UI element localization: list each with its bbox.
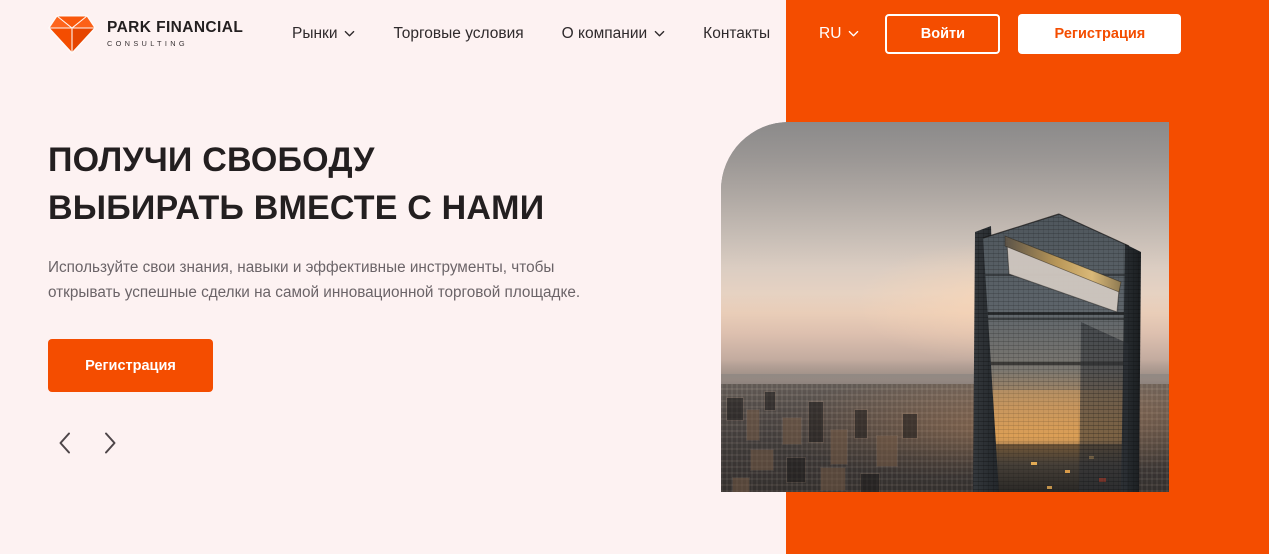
chevron-down-icon	[344, 28, 355, 39]
nav-item-label: Торговые условия	[393, 25, 524, 42]
chevron-left-icon	[58, 432, 72, 457]
register-button-header[interactable]: Регистрация	[1018, 14, 1182, 54]
nav-item-label: Контакты	[703, 25, 771, 42]
header-actions: RU Войти Регистрация	[786, 0, 1269, 68]
hero-image-skyscraper	[969, 194, 1169, 492]
diamond-gem-icon	[48, 13, 96, 55]
nav-item-about-company[interactable]: О компании	[562, 25, 666, 43]
carousel-prev-button[interactable]	[52, 428, 78, 460]
nav-item-markets[interactable]: Рынки	[292, 25, 355, 43]
brand-tagline: CONSULTING	[107, 39, 188, 49]
language-selector[interactable]: RU	[819, 25, 859, 43]
nav-item-trading-conditions[interactable]: Торговые условия	[393, 25, 523, 43]
chevron-down-icon	[654, 28, 665, 39]
hero-subtitle: Используйте свои знания, навыки и эффект…	[48, 259, 581, 301]
language-label: RU	[819, 25, 842, 42]
main-navigation: Рынки Торговые условия О компании Контак…	[292, 0, 770, 68]
hero-content: ПОЛУЧИ СВОБОДУ ВЫБИРАТЬ ВМЕСТЕ С НАМИ Ис…	[48, 136, 668, 392]
nav-item-label: О компании	[561, 25, 648, 42]
chevron-down-icon	[848, 28, 859, 39]
brand-name: PARK FINANCIAL	[107, 18, 244, 36]
login-button[interactable]: Войти	[885, 14, 1001, 54]
hero-title: ПОЛУЧИ СВОБОДУ ВЫБИРАТЬ ВМЕСТЕ С НАМИ	[48, 141, 545, 227]
hero-image	[721, 122, 1169, 492]
carousel-next-button[interactable]	[97, 428, 123, 460]
site-header: PARK FINANCIAL CONSULTING Рынки Торговые…	[0, 0, 1269, 68]
chevron-right-icon	[103, 432, 117, 457]
nav-item-label: Рынки	[292, 25, 338, 42]
hero-carousel-controls	[52, 428, 123, 460]
brand-logo[interactable]: PARK FINANCIAL CONSULTING	[48, 12, 243, 56]
nav-item-contacts[interactable]: Контакты	[703, 25, 770, 43]
hero-register-button[interactable]: Регистрация	[48, 339, 213, 392]
